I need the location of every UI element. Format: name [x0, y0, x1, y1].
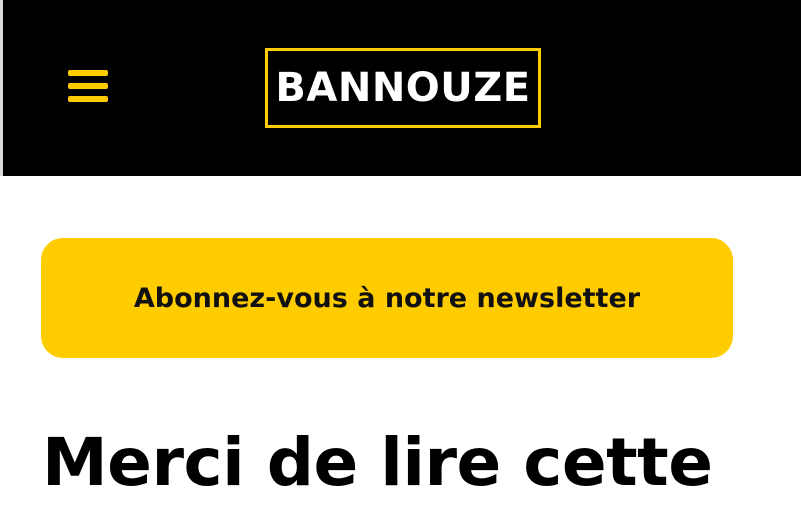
article-heading: Merci de lire cette: [42, 424, 713, 501]
menu-bar-bottom: [68, 96, 108, 102]
site-header: BANNOUZE: [0, 0, 801, 176]
newsletter-subscribe-button[interactable]: Abonnez-vous à notre newsletter: [41, 238, 733, 358]
menu-bar-middle: [68, 83, 108, 89]
newsletter-button-label: Abonnez-vous à notre newsletter: [133, 282, 641, 314]
site-logo[interactable]: BANNOUZE: [265, 48, 541, 128]
menu-bar-top: [68, 70, 108, 76]
logo-text: BANNOUZE: [275, 65, 531, 111]
page: BANNOUZE Abonnez-vous à notre newsletter…: [0, 0, 801, 531]
hamburger-menu-icon[interactable]: [66, 68, 110, 108]
